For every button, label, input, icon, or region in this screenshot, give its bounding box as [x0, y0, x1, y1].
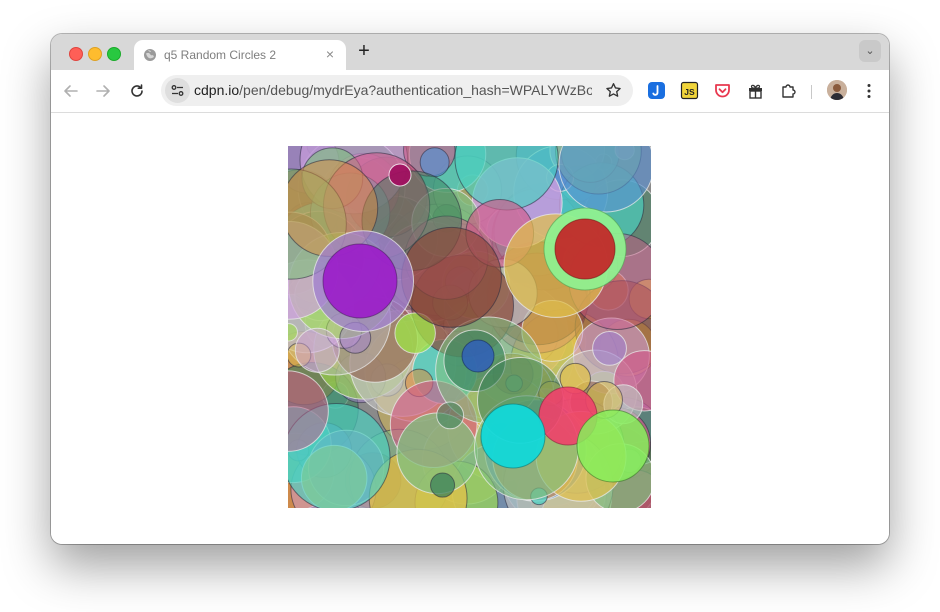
site-settings-button[interactable] — [165, 78, 190, 103]
jsdelivr-icon[interactable] — [647, 81, 666, 100]
circle-shape — [592, 330, 627, 366]
tab-close-icon[interactable]: × — [322, 46, 338, 62]
bookmark-star-icon[interactable] — [605, 82, 622, 99]
js-icon[interactable]: JS — [680, 81, 699, 100]
gift-icon[interactable] — [746, 81, 765, 100]
red-circle — [554, 218, 616, 280]
light-green-circle — [576, 409, 650, 483]
circle-shape — [430, 472, 456, 498]
minimize-window-button[interactable] — [88, 47, 102, 61]
browser-window: q5 Random Circles 2 × + ⌄ cdpn.io/pen/de… — [51, 34, 889, 544]
magenta-dot — [388, 163, 412, 187]
forward-arrow-icon[interactable] — [93, 81, 113, 101]
tab-title: q5 Random Circles 2 — [164, 48, 277, 62]
new-tab-button[interactable]: + — [353, 40, 375, 62]
globe-icon — [144, 49, 156, 61]
blue-circle — [461, 339, 495, 373]
url-text[interactable]: cdpn.io/pen/debug/mydrEya?authentication… — [194, 82, 592, 98]
profile-avatar[interactable] — [827, 80, 847, 100]
address-bar[interactable]: cdpn.io/pen/debug/mydrEya?authentication… — [161, 75, 633, 106]
puzzle-icon[interactable] — [779, 81, 798, 100]
url-path: /pen/debug/mydrEya?authentication_hash=W… — [239, 82, 592, 98]
circle-shape — [400, 226, 502, 328]
browser-toolbar: cdpn.io/pen/debug/mydrEya?authentication… — [51, 70, 889, 113]
maximize-window-button[interactable] — [107, 47, 121, 61]
pocket-icon[interactable] — [713, 81, 732, 100]
close-window-button[interactable] — [69, 47, 83, 61]
back-arrow-icon[interactable] — [61, 81, 81, 101]
toolbar-divider — [811, 85, 812, 99]
tab-q5-random-circles[interactable]: q5 Random Circles 2 × — [134, 40, 346, 70]
svg-text:JS: JS — [684, 87, 695, 97]
more-menu-icon[interactable] — [861, 81, 877, 101]
avatar-icon — [827, 80, 847, 100]
tab-search-button[interactable]: ⌄ — [859, 40, 881, 62]
circle-shape — [436, 401, 465, 430]
reload-icon[interactable] — [127, 81, 147, 101]
random-circles-drawing — [288, 146, 651, 508]
purple-circle — [322, 243, 398, 319]
page-viewport — [51, 113, 889, 544]
circle-shape — [294, 327, 340, 373]
cyan-circle — [480, 403, 546, 469]
tune-icon — [171, 85, 184, 96]
tab-strip: q5 Random Circles 2 × + ⌄ — [51, 34, 889, 70]
sketch-canvas[interactable] — [288, 146, 651, 508]
url-host: cdpn.io — [194, 82, 240, 98]
